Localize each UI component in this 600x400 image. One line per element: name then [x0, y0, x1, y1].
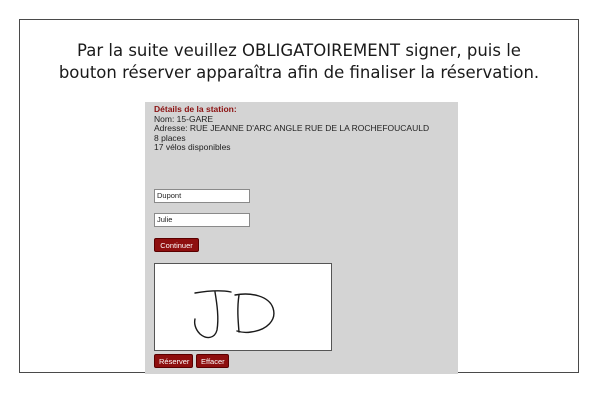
signature-canvas[interactable]: [154, 263, 332, 351]
last-name-input[interactable]: [154, 189, 250, 203]
instruction-line-2: bouton réserver apparaîtra afin de final…: [58, 63, 540, 82]
first-name-input[interactable]: [154, 213, 250, 227]
clear-signature-button[interactable]: Effacer: [196, 354, 229, 368]
station-details: Détails de la station: Nom: 15-GARE Adre…: [154, 104, 430, 153]
continue-button[interactable]: Continuer: [154, 238, 199, 252]
station-address: Adresse: RUE JEANNE D'ARC ANGLE RUE DE L…: [154, 123, 430, 134]
signature-drawing: [193, 290, 275, 339]
instruction-card: Par la suite veuillez OBLIGATOIREMENT si…: [19, 19, 579, 374]
reservation-panel: Détails de la station: Nom: 15-GARE Adre…: [145, 102, 458, 374]
instruction-line-1: Par la suite veuillez OBLIGATOIREMENT si…: [77, 41, 521, 60]
station-bikes-available: 17 vélos disponibles: [154, 142, 231, 153]
instruction-text: Par la suite veuillez OBLIGATOIREMENT si…: [20, 40, 578, 84]
reserve-button[interactable]: Réserver: [154, 354, 193, 368]
